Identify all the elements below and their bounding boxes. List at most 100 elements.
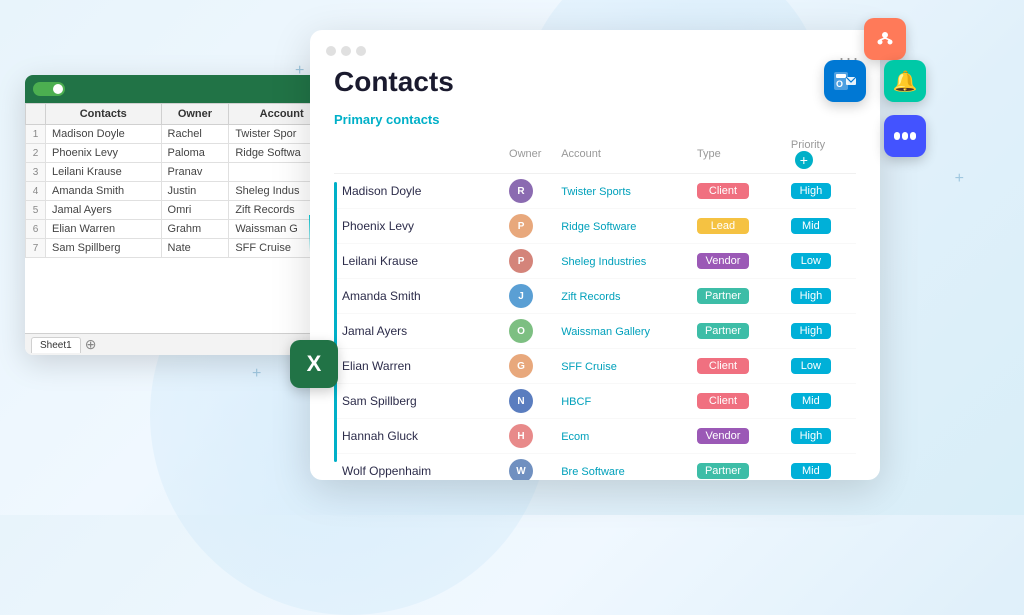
contact-name-cell: Amanda Smith bbox=[334, 279, 501, 314]
type-cell: Partner bbox=[689, 279, 783, 314]
type-badge: Lead bbox=[697, 218, 749, 234]
priority-cell: Mid bbox=[783, 209, 856, 244]
priority-cell: Mid bbox=[783, 454, 856, 481]
contact-name: Leilani Krause bbox=[46, 163, 162, 182]
type-badge: Partner bbox=[697, 323, 749, 339]
contact-row: Phoenix Levy P Ridge Software Lead Mid bbox=[334, 209, 856, 244]
type-cell: Lead bbox=[689, 209, 783, 244]
priority-cell: High bbox=[783, 419, 856, 454]
type-cell: Vendor bbox=[689, 244, 783, 279]
account-link[interactable]: Ecom bbox=[561, 431, 589, 443]
add-contact-button[interactable]: + bbox=[795, 151, 813, 169]
owner-cell: G bbox=[501, 349, 553, 384]
contact-name-cell: Hannah Gluck bbox=[334, 419, 501, 454]
type-badge: Partner bbox=[697, 463, 749, 479]
owner-name: Paloma bbox=[161, 144, 229, 163]
owner-cell: N bbox=[501, 384, 553, 419]
owner-name: Rachel bbox=[161, 125, 229, 144]
account-link[interactable]: Waissman Gallery bbox=[561, 326, 650, 338]
priority-badge: High bbox=[791, 183, 831, 199]
bell-symbol: 🔔 bbox=[893, 69, 918, 94]
account-link[interactable]: Bre Software bbox=[561, 466, 625, 478]
account-cell: Bre Software bbox=[553, 454, 689, 481]
sheet-tab[interactable]: Sheet1 bbox=[31, 337, 81, 353]
contact-row: Sam Spillberg N HBCF Client Mid bbox=[334, 384, 856, 419]
row-num: 1 bbox=[26, 125, 46, 144]
account-link[interactable]: SFF Cruise bbox=[561, 361, 617, 373]
th-priority: Priority + bbox=[783, 135, 856, 174]
dot-1 bbox=[326, 46, 336, 56]
excel-table-row: 4 Amanda Smith Justin Sheleg Indus bbox=[26, 182, 335, 201]
account-link[interactable]: HBCF bbox=[561, 396, 591, 408]
owner-name: Justin bbox=[161, 182, 229, 201]
type-badge: Client bbox=[697, 183, 749, 199]
excel-toolbar bbox=[25, 75, 335, 103]
priority-badge: High bbox=[791, 288, 831, 304]
account-link[interactable]: Twister Sports bbox=[561, 186, 631, 198]
th-name bbox=[334, 135, 501, 174]
excel-footer: Sheet1 ⊕ bbox=[25, 333, 335, 355]
page-title: Contacts bbox=[334, 66, 856, 98]
type-cell: Client bbox=[689, 384, 783, 419]
account-link[interactable]: Ridge Software bbox=[561, 221, 636, 233]
contact-name-cell: Phoenix Levy bbox=[334, 209, 501, 244]
contact-row: Leilani Krause P Sheleg Industries Vendo… bbox=[334, 244, 856, 279]
priority-badge: Mid bbox=[791, 218, 831, 234]
contact-row: Madison Doyle R Twister Sports Client Hi… bbox=[334, 174, 856, 209]
type-cell: Client bbox=[689, 349, 783, 384]
contact-row: Amanda Smith J Zift Records Partner High bbox=[334, 279, 856, 314]
priority-cell: Mid bbox=[783, 384, 856, 419]
contact-name-cell: Elian Warren bbox=[334, 349, 501, 384]
type-badge: Vendor bbox=[697, 428, 749, 444]
owner-name: Pranav bbox=[161, 163, 229, 182]
type-cell: Partner bbox=[689, 314, 783, 349]
account-link[interactable]: Sheleg Industries bbox=[561, 256, 646, 268]
account-cell: HBCF bbox=[553, 384, 689, 419]
owner-cell: H bbox=[501, 419, 553, 454]
row-num: 3 bbox=[26, 163, 46, 182]
th-type: Type bbox=[689, 135, 783, 174]
hubspot-logo bbox=[873, 27, 897, 51]
notification-bell-icon[interactable]: 🔔 bbox=[884, 60, 926, 102]
monday-icon[interactable] bbox=[884, 115, 926, 157]
row-num: 4 bbox=[26, 182, 46, 201]
priority-cell: Low bbox=[783, 349, 856, 384]
priority-badge: Low bbox=[791, 253, 831, 269]
left-accent-bar bbox=[334, 182, 337, 462]
account-link[interactable]: Zift Records bbox=[561, 291, 620, 303]
contact-name: Madison Doyle bbox=[46, 125, 162, 144]
add-sheet-button[interactable]: ⊕ bbox=[85, 336, 97, 353]
avatar: P bbox=[509, 214, 533, 238]
excel-table-row: 5 Jamal Ayers Omri Zift Records bbox=[26, 201, 335, 220]
account-cell: Waissman Gallery bbox=[553, 314, 689, 349]
section-title: Primary contacts bbox=[334, 112, 856, 127]
th-owner: Owner bbox=[501, 135, 553, 174]
excel-table-row: 3 Leilani Krause Pranav bbox=[26, 163, 335, 182]
contacts-card: ... Contacts Primary contacts Owner Acco… bbox=[310, 30, 880, 480]
outlook-icon[interactable]: O bbox=[824, 60, 866, 102]
contact-name: Amanda Smith bbox=[46, 182, 162, 201]
excel-table-row: 1 Madison Doyle Rachel Twister Spor bbox=[26, 125, 335, 144]
row-num: 7 bbox=[26, 239, 46, 258]
contact-name: Phoenix Levy bbox=[46, 144, 162, 163]
row-num: 2 bbox=[26, 144, 46, 163]
type-badge: Partner bbox=[697, 288, 749, 304]
avatar: R bbox=[509, 179, 533, 203]
account-cell: Zift Records bbox=[553, 279, 689, 314]
col-owner: Owner bbox=[161, 104, 229, 125]
avatar: G bbox=[509, 354, 533, 378]
owner-cell: R bbox=[501, 174, 553, 209]
excel-toggle bbox=[33, 82, 65, 96]
owner-cell: P bbox=[501, 244, 553, 279]
priority-badge: Low bbox=[791, 358, 831, 374]
contact-name: Elian Warren bbox=[46, 220, 162, 239]
type-badge: Client bbox=[697, 358, 749, 374]
contact-row: Jamal Ayers O Waissman Gallery Partner H… bbox=[334, 314, 856, 349]
owner-name: Nate bbox=[161, 239, 229, 258]
type-cell: Vendor bbox=[689, 419, 783, 454]
contact-row: Elian Warren G SFF Cruise Client Low bbox=[334, 349, 856, 384]
priority-badge: Mid bbox=[791, 393, 831, 409]
plus-decoration-2: + bbox=[252, 365, 261, 383]
monday-logo bbox=[894, 128, 916, 144]
hubspot-icon[interactable] bbox=[864, 18, 906, 60]
